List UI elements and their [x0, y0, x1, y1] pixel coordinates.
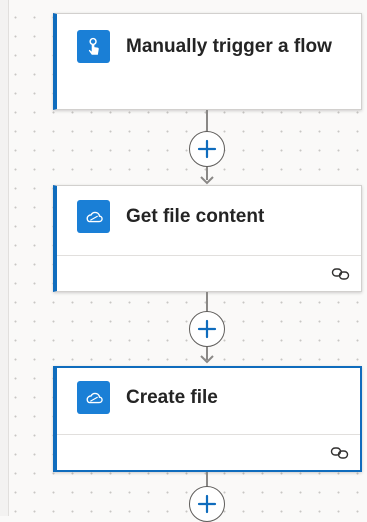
step-title: Get file content — [126, 206, 265, 227]
touch-trigger-icon — [77, 30, 110, 63]
arrow-down-icon — [200, 355, 214, 364]
plus-icon — [197, 494, 217, 514]
step-title: Manually trigger a flow — [126, 36, 332, 57]
arrow-down-icon — [200, 176, 214, 185]
plus-icon — [197, 319, 217, 339]
add-step-button[interactable] — [189, 131, 225, 167]
step-footer — [57, 434, 360, 470]
plus-icon — [197, 139, 217, 159]
onedrive-cloud-icon — [77, 200, 110, 233]
connection-link-icon[interactable] — [331, 266, 351, 282]
onedrive-cloud-icon — [77, 381, 110, 414]
canvas-left-edge — [0, 0, 9, 516]
add-step-button[interactable] — [189, 311, 225, 347]
step-card-get-file-content[interactable]: Get file content — [53, 185, 362, 292]
step-card-create-file[interactable]: Create file — [53, 366, 362, 472]
connection-link-icon[interactable] — [330, 445, 350, 461]
step-footer — [57, 255, 361, 291]
step-card-trigger[interactable]: Manually trigger a flow — [53, 13, 362, 110]
step-title: Create file — [126, 387, 218, 408]
add-step-button[interactable] — [189, 486, 225, 522]
